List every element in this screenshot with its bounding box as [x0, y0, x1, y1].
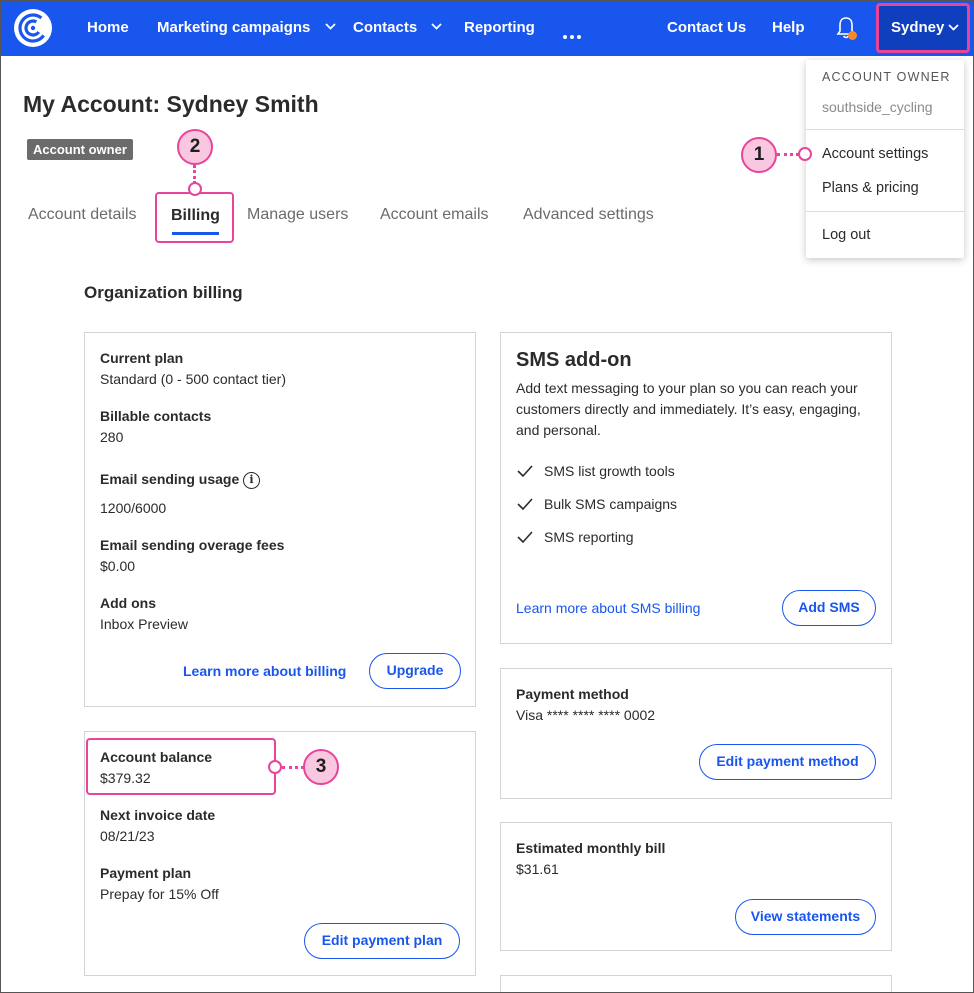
callout-ring — [798, 147, 812, 161]
chevron-down-icon — [324, 23, 336, 30]
estimated-bill-label: Estimated monthly bill — [516, 840, 666, 856]
tab-advanced-settings[interactable]: Advanced settings — [523, 206, 654, 224]
checkmark-icon — [517, 465, 533, 478]
nav-reporting[interactable]: Reporting — [464, 0, 535, 56]
sms-title: SMS add-on — [516, 349, 632, 371]
payment-method-value: Visa **** **** **** 0002 — [516, 707, 656, 723]
tab-billing[interactable]: Billing — [155, 192, 234, 243]
payment-plan-label: Payment plan — [100, 865, 192, 881]
page-title: My Account: Sydney Smith — [23, 91, 319, 117]
billable-contacts-label: Billable contacts — [100, 408, 212, 424]
payment-plan-value: Prepay for 15% Off — [100, 886, 219, 902]
nav-contacts[interactable]: Contacts — [353, 0, 442, 56]
estimated-bill-card: Estimated monthly bill $31.61 View state… — [500, 822, 892, 951]
top-navigation-bar: Home Marketing campaigns Contacts Report… — [0, 0, 974, 56]
dropdown-header: ACCOUNT OWNER — [822, 70, 951, 84]
divider — [806, 129, 964, 130]
nav-help[interactable]: Help — [772, 0, 805, 56]
tab-billing-label: Billing — [171, 207, 220, 224]
divider — [806, 211, 964, 212]
next-card — [500, 975, 892, 993]
nav-contact-us[interactable]: Contact Us — [667, 0, 746, 56]
nav-contacts-label: Contacts — [353, 19, 418, 36]
user-menu-button[interactable]: Sydney — [876, 3, 970, 53]
payment-method-card: Payment method Visa **** **** **** 0002 … — [500, 668, 892, 799]
tab-manage-users[interactable]: Manage users — [247, 206, 348, 224]
callout-1: 1 — [741, 137, 777, 173]
billable-contacts-value: 280 — [100, 429, 124, 445]
section-title: Organization billing — [84, 283, 243, 302]
dropdown-username: southside_cycling — [822, 99, 933, 115]
chevron-down-icon — [948, 24, 959, 31]
callout-ring — [268, 760, 282, 774]
plan-card: Current plan Standard (0 - 500 contact t… — [84, 332, 476, 707]
add-sms-button[interactable]: Add SMS — [782, 590, 876, 626]
sms-feature-label: SMS reporting — [544, 529, 634, 545]
next-invoice-value: 08/21/23 — [100, 828, 155, 844]
active-tab-indicator — [172, 232, 219, 235]
menu-item-log-out[interactable]: Log out — [822, 227, 870, 243]
overage-fees-label: Email sending overage fees — [100, 537, 285, 553]
sms-addon-card: SMS add-on Add text messaging to your pl… — [500, 332, 892, 644]
tab-account-emails[interactable]: Account emails — [380, 206, 489, 224]
balance-highlight — [86, 738, 276, 795]
nav-marketing-campaigns[interactable]: Marketing campaigns — [157, 0, 336, 56]
sms-feature-label: Bulk SMS campaigns — [544, 496, 678, 512]
tab-account-details[interactable]: Account details — [28, 206, 137, 224]
user-name: Sydney — [891, 19, 945, 36]
estimated-bill-value: $31.61 — [516, 861, 559, 877]
learn-more-sms-link[interactable]: Learn more about SMS billing — [516, 600, 700, 616]
chevron-down-icon — [431, 23, 442, 30]
learn-more-billing-link[interactable]: Learn more about billing — [183, 663, 346, 679]
current-plan-label: Current plan — [100, 350, 184, 366]
menu-item-plans-pricing[interactable]: Plans & pricing — [822, 180, 919, 196]
add-ons-value: Inbox Preview — [100, 616, 188, 632]
callout-ring — [188, 182, 202, 196]
callout-connector — [282, 766, 304, 769]
menu-item-account-settings[interactable]: Account settings — [822, 146, 928, 162]
account-owner-badge: Account owner — [27, 139, 133, 160]
email-usage-label: Email sending usage — [100, 471, 240, 487]
edit-payment-plan-button[interactable]: Edit payment plan — [304, 923, 460, 959]
more-menu-icon[interactable] — [563, 26, 584, 44]
nav-marketing-label: Marketing campaigns — [157, 19, 311, 36]
info-icon[interactable]: i — [243, 472, 260, 489]
checkmark-icon — [517, 498, 533, 511]
callout-connector — [777, 153, 799, 156]
sms-description: Add text messaging to your plan so you c… — [516, 380, 861, 438]
add-ons-label: Add ons — [100, 595, 156, 611]
constant-contact-logo-icon[interactable] — [13, 8, 53, 48]
nav-home[interactable]: Home — [87, 0, 129, 56]
payment-method-label: Payment method — [516, 686, 629, 702]
edit-payment-method-button[interactable]: Edit payment method — [699, 744, 876, 780]
account-dropdown-menu: ACCOUNT OWNER southside_cycling Account … — [806, 60, 964, 258]
sms-feature-label: SMS list growth tools — [544, 463, 675, 479]
email-usage-value: 1200/6000 — [100, 500, 167, 516]
current-plan-value: Standard (0 - 500 contact tier) — [100, 371, 286, 387]
view-statements-button[interactable]: View statements — [735, 899, 876, 935]
notification-dot — [848, 31, 857, 40]
upgrade-button[interactable]: Upgrade — [369, 653, 461, 689]
callout-2: 2 — [177, 129, 213, 165]
overage-fees-value: $0.00 — [100, 558, 136, 574]
next-invoice-label: Next invoice date — [100, 807, 216, 823]
callout-3: 3 — [303, 749, 339, 785]
checkmark-icon — [517, 531, 533, 544]
